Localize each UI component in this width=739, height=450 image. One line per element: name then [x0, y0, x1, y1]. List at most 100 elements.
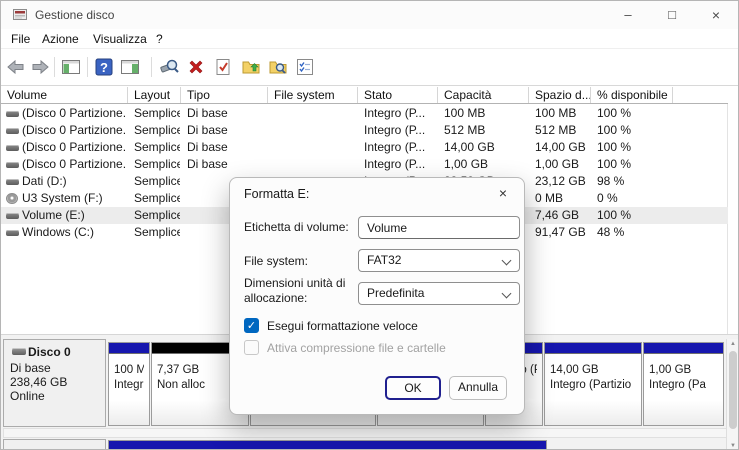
cell-spazio: 100 MB: [535, 106, 577, 120]
cell-layout: Semplice: [134, 174, 180, 188]
quick-format-label: Esegui formattazione veloce: [267, 319, 418, 333]
filesystem-caption: File system:: [244, 254, 309, 268]
cell-disponibile: 100 %: [597, 208, 632, 222]
table-row[interactable]: (Disco 0 Partizione... Semplice Di base …: [1, 156, 728, 173]
col-volume[interactable]: Volume: [1, 87, 128, 103]
cancel-button[interactable]: Annulla: [449, 376, 507, 400]
compression-checkbox[interactable]: [244, 340, 259, 355]
dialog-title: Formatta E:: [244, 187, 310, 201]
partition-size-label: 1,00 GB: [649, 364, 692, 376]
toolbar-separator: [151, 57, 152, 77]
cell-layout: Semplice: [134, 208, 180, 222]
allocation-value: Predefinita: [367, 286, 425, 300]
partition-block[interactable]: 14,00 GB Integro (Partizio: [544, 342, 642, 426]
disk-management-window: Gestione disco – □ × File Azione Visuali…: [0, 0, 739, 450]
console-tree-icon[interactable]: [61, 57, 81, 77]
volume-label-input[interactable]: [358, 216, 520, 239]
cell-capacita: 1,00 GB: [444, 157, 489, 171]
table-row[interactable]: (Disco 0 Partizione... Semplice Di base …: [1, 122, 728, 139]
title-bar: Gestione disco – □ ×: [1, 1, 738, 29]
cell-stato: Integro (P...: [364, 123, 426, 137]
cell-spazio: 0 MB: [535, 191, 564, 205]
cell-tipo: Di base: [187, 157, 228, 171]
checklist-icon[interactable]: [295, 57, 315, 77]
partition-status-label: Integro (Pa: [649, 379, 706, 391]
partition-block[interactable]: 100 M Integr: [108, 342, 150, 426]
cell-capacita: 14,00 GB: [444, 140, 495, 154]
cell-layout: Semplice: [134, 106, 180, 120]
action-pane-icon[interactable]: [120, 57, 140, 77]
svg-text:?: ?: [100, 60, 108, 75]
cell-tipo: Di base: [187, 106, 228, 120]
cell-spazio: 23,12 GB: [535, 174, 586, 188]
menu-file[interactable]: File: [11, 32, 30, 46]
cell-volume: Dati (D:): [22, 174, 67, 188]
col-capacita[interactable]: Capacità: [438, 87, 529, 103]
scrollbar-down-icon[interactable]: ▼: [727, 441, 738, 449]
col-stato[interactable]: Stato: [358, 87, 438, 103]
col-spazio[interactable]: Spazio d...: [529, 87, 591, 103]
minimize-button[interactable]: –: [606, 1, 650, 29]
col-disponibile[interactable]: % disponibile: [591, 87, 673, 103]
cell-disponibile: 100 %: [597, 140, 632, 154]
partition-size-label: 14,00 GB: [550, 364, 599, 376]
table-row[interactable]: (Disco 0 Partizione... Semplice Di base …: [1, 105, 728, 122]
drive-icon: [6, 230, 19, 236]
folder-up-icon[interactable]: [241, 57, 261, 77]
drive-icon: [6, 145, 19, 151]
cell-disponibile: 48 %: [597, 225, 625, 239]
drive-icon: [6, 213, 19, 219]
toolbar-separator: [54, 57, 55, 77]
ok-button[interactable]: OK: [385, 376, 441, 400]
partition-block[interactable]: [108, 440, 547, 449]
partition-status-label: Integro (Partizio: [550, 379, 632, 391]
cell-stato: Integro (P...: [364, 106, 426, 120]
cell-tipo: Di base: [187, 123, 228, 137]
allocation-select[interactable]: Predefinita: [358, 282, 520, 305]
drive-icon: [6, 179, 19, 185]
menu-azione[interactable]: Azione: [42, 32, 79, 46]
quick-format-checkbox[interactable]: ✓: [244, 318, 259, 333]
table-header: Volume Layout Tipo File system Stato Cap…: [1, 86, 728, 104]
chevron-down-icon: [501, 288, 512, 299]
device-search-icon[interactable]: [159, 57, 179, 77]
delete-x-icon[interactable]: [186, 57, 206, 77]
menu-visualizza[interactable]: Visualizza: [93, 32, 147, 46]
partition-block[interactable]: 1,00 GB Integro (Pa: [643, 342, 724, 426]
col-layout[interactable]: Layout: [128, 87, 181, 103]
back-icon[interactable]: [6, 57, 26, 77]
table-row[interactable]: (Disco 0 Partizione... Semplice Di base …: [1, 139, 728, 156]
scrollbar-thumb[interactable]: [729, 351, 737, 429]
col-tipo[interactable]: Tipo: [181, 87, 268, 103]
filesystem-value: FAT32: [367, 253, 402, 267]
horizontal-scrollbar[interactable]: [3, 428, 727, 438]
vertical-scrollbar[interactable]: ▲ ▼: [726, 339, 738, 449]
cell-spazio: 14,00 GB: [535, 140, 586, 154]
maximize-button[interactable]: □: [650, 1, 694, 29]
cell-disponibile: 100 %: [597, 157, 632, 171]
filesystem-select[interactable]: FAT32: [358, 249, 520, 272]
cell-capacita: 512 MB: [444, 123, 486, 137]
menu-help[interactable]: ?: [156, 32, 163, 46]
col-filesystem[interactable]: File system: [268, 87, 358, 103]
app-icon: [13, 8, 28, 25]
close-button[interactable]: ×: [694, 1, 738, 29]
scrollbar-up-icon[interactable]: ▲: [727, 339, 738, 349]
cell-volume: Volume (E:): [22, 208, 85, 222]
cell-tipo: Di base: [187, 140, 228, 154]
partition-stripe: [545, 343, 641, 354]
partition-blocks: [1, 439, 725, 449]
folder-search-icon[interactable]: [268, 57, 288, 77]
drive-icon: [6, 162, 19, 168]
cell-stato: Integro (P...: [364, 157, 426, 171]
toolbar: ?: [1, 49, 738, 86]
cell-disponibile: 98 %: [597, 174, 625, 188]
help-icon[interactable]: ?: [94, 57, 114, 77]
document-check-icon[interactable]: [213, 57, 233, 77]
forward-icon[interactable]: [30, 57, 50, 77]
partition-stripe: [109, 441, 546, 449]
dialog-close-icon[interactable]: ×: [494, 184, 512, 202]
partition-size-label: 100 M: [114, 364, 144, 376]
drive-icon: [6, 128, 19, 134]
cell-layout: Semplice: [134, 140, 180, 154]
